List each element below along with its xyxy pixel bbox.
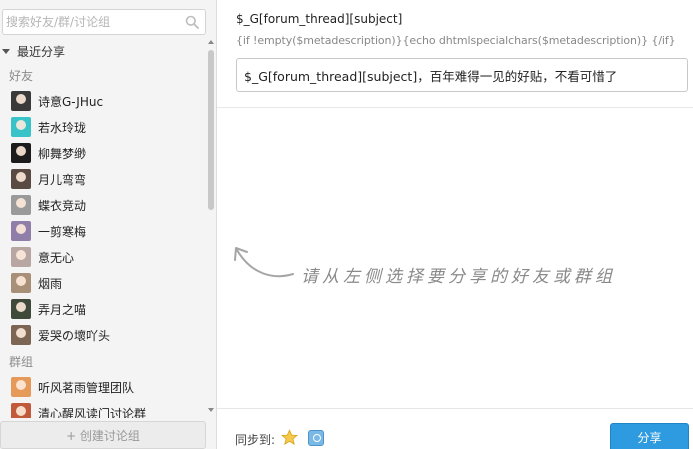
share-compose-panel: $_G[forum_thread][subject] {if !empty($m… [217, 0, 693, 449]
divider [217, 408, 693, 409]
curved-arrow-icon [234, 247, 294, 278]
avatar [11, 117, 31, 137]
avatar [11, 221, 31, 241]
friend-item[interactable]: 烟雨 [0, 270, 206, 296]
search-input[interactable] [3, 10, 179, 34]
avatar [11, 247, 31, 267]
avatar [11, 143, 31, 163]
select-recipient-hint: 请从左侧选择要分享的好友或群组 [301, 267, 616, 287]
search-icon[interactable] [185, 15, 199, 29]
friends-header: 好友 [9, 68, 34, 83]
avatar [11, 403, 31, 418]
triangle-down-icon [2, 48, 10, 54]
group-item[interactable]: 听风茗雨管理团队 [0, 374, 206, 400]
scroll-thumb[interactable] [208, 50, 214, 210]
avatar [11, 91, 31, 111]
friend-item[interactable]: 若水玲珑 [0, 114, 206, 140]
scroll-up-arrow-icon[interactable] [208, 40, 214, 44]
avatar [11, 377, 31, 397]
thread-subject-label: $_G[forum_thread][subject] [236, 12, 403, 26]
star-icon[interactable] [281, 429, 298, 446]
friend-item[interactable]: 柳舞梦缈 [0, 140, 206, 166]
scroll-down-arrow-icon[interactable] [208, 408, 214, 412]
friend-item[interactable]: 一剪寒梅 [0, 218, 206, 244]
groups-header: 群组 [9, 354, 34, 369]
create-discussion-button[interactable]: + 创建讨论组 [0, 421, 206, 449]
share-message-input[interactable] [236, 58, 688, 92]
friend-item[interactable]: 意无心 [0, 244, 206, 270]
divider [217, 107, 693, 108]
sync-to-label: 同步到: [235, 433, 276, 447]
contact-name: 诗意G-JHuc [38, 94, 104, 109]
recent-share-toggle[interactable]: 最近分享 [0, 40, 206, 62]
group-item[interactable]: 清心醒风读门讨论群 [0, 400, 206, 418]
friend-selector-panel: 最近分享 好友 诗意G-JHuc 若水玲珑柳舞梦缈月儿弯弯蝶衣竞动一剪寒梅意无心烟… [0, 0, 217, 449]
contact-name: 意无心 [38, 250, 75, 265]
avatar [11, 273, 31, 293]
contact-name: 听风茗雨管理团队 [38, 380, 135, 395]
contact-name: 弄月之喵 [38, 302, 87, 317]
contact-name: 一剪寒梅 [38, 224, 87, 239]
contact-list-scrollbar[interactable] [206, 38, 216, 414]
search-box [2, 9, 206, 35]
contact-name: 柳舞梦缈 [38, 146, 87, 161]
contact-name: 若水玲珑 [38, 120, 87, 135]
recent-share-label: 最近分享 [17, 44, 66, 59]
qzone-icon[interactable] [308, 430, 324, 446]
avatar [11, 169, 31, 189]
avatar [11, 195, 31, 215]
friend-item[interactable]: 诗意G-JHuc [0, 88, 206, 114]
contact-list: 最近分享 好友 诗意G-JHuc 若水玲珑柳舞梦缈月儿弯弯蝶衣竞动一剪寒梅意无心烟… [0, 40, 206, 418]
friend-item[interactable]: 月儿弯弯 [0, 166, 206, 192]
friend-item[interactable]: 爱哭の壞吖头 [0, 322, 206, 348]
share-button[interactable]: 分享 [610, 423, 689, 449]
contact-name: 烟雨 [38, 276, 63, 291]
groups-list: 听风茗雨管理团队 清心醒风读门讨论群 [0, 374, 206, 418]
contact-name: 蝶衣竞动 [38, 198, 87, 213]
thread-description-label: {if !empty($metadescription)}{echo dhtml… [236, 34, 676, 47]
friend-item[interactable]: 弄月之喵 [0, 296, 206, 322]
friend-item[interactable]: 蝶衣竞动 [0, 192, 206, 218]
avatar [11, 325, 31, 345]
contact-name: 爱哭の壞吖头 [38, 328, 111, 343]
friends-list: 诗意G-JHuc 若水玲珑柳舞梦缈月儿弯弯蝶衣竞动一剪寒梅意无心烟雨弄月之喵爱哭の… [0, 88, 206, 348]
avatar [11, 299, 31, 319]
contact-name: 月儿弯弯 [38, 172, 87, 187]
contact-name: 清心醒风读门讨论群 [38, 406, 147, 419]
